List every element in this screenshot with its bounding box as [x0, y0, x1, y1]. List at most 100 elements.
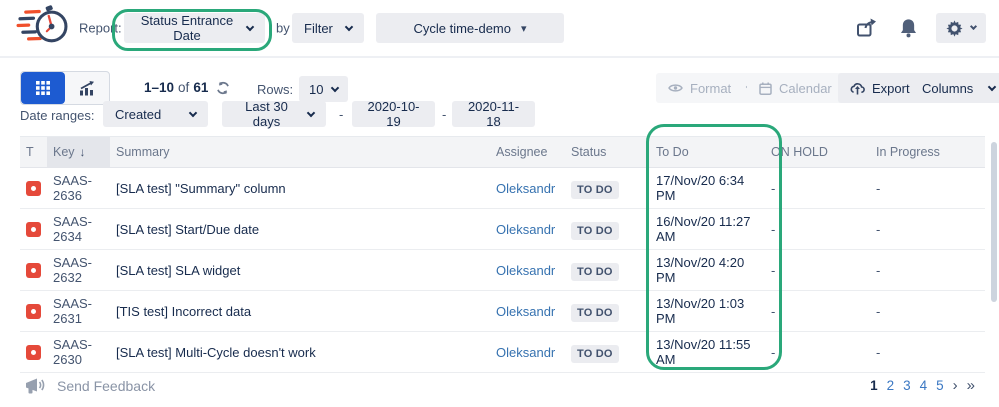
- status-cell: TO DO: [565, 249, 650, 291]
- footer: Send Feedback 1 2 3 4 5 › »: [0, 370, 999, 407]
- chart-view-button[interactable]: [65, 72, 109, 104]
- notifications-button[interactable]: [899, 18, 918, 38]
- rows-dropdown-value: 10: [309, 81, 324, 97]
- grid-icon: [36, 81, 50, 95]
- issue-key[interactable]: SAAS-2632: [47, 249, 110, 291]
- status-cell: TO DO: [565, 167, 650, 209]
- col-onhold[interactable]: ON HOLD: [765, 136, 870, 168]
- assignee-link[interactable]: Oleksandr: [496, 181, 555, 196]
- col-key[interactable]: Key ↓: [47, 136, 110, 168]
- chart-icon: [79, 80, 94, 95]
- issue-summary[interactable]: [SLA test] Start/Due date: [110, 208, 490, 250]
- issue-key[interactable]: SAAS-2630: [47, 331, 110, 373]
- col-todo[interactable]: To Do: [650, 136, 765, 168]
- type-cell: [20, 249, 47, 291]
- issue-key[interactable]: SAAS-2636: [47, 167, 110, 209]
- assignee-link[interactable]: Oleksandr: [496, 222, 555, 237]
- bell-icon: [900, 19, 917, 38]
- vertical-scrollbar[interactable]: [991, 142, 997, 302]
- columns-dropdown[interactable]: Columns: [910, 73, 999, 103]
- issue-summary[interactable]: [SLA test] "Summary" column: [110, 167, 490, 209]
- share-icon: [857, 18, 876, 37]
- issue-row[interactable]: SAAS-2630 [SLA test] Multi-Cycle doesn't …: [20, 331, 985, 373]
- refresh-button[interactable]: [216, 81, 230, 95]
- issue-key[interactable]: SAAS-2631: [47, 290, 110, 332]
- send-feedback-button[interactable]: Send Feedback: [24, 377, 155, 395]
- date-range-separator2: -: [442, 107, 447, 122]
- sort-desc-icon: ↓: [79, 145, 86, 159]
- todo-entrance-date: 13/Nov/20 1:03 PM: [650, 290, 765, 332]
- bug-dot: [31, 226, 36, 232]
- scope-dropdown-value: Cycle time-demo: [413, 20, 511, 36]
- date-preset-dropdown[interactable]: Last 30 days: [222, 99, 326, 129]
- settings-dropdown[interactable]: [936, 13, 986, 43]
- assignee-link[interactable]: Oleksandr: [496, 263, 555, 278]
- status-badge: TO DO: [571, 262, 619, 281]
- page-link[interactable]: 2: [887, 378, 895, 393]
- assignee-link[interactable]: Oleksandr: [496, 304, 555, 319]
- status-badge: TO DO: [571, 303, 619, 322]
- megaphone-icon: [26, 378, 45, 393]
- date-field-dropdown[interactable]: Created: [103, 101, 208, 127]
- date-from-input[interactable]: 2020-10-19: [352, 99, 435, 129]
- rows-dropdown[interactable]: 10: [299, 76, 349, 102]
- bug-dot: [31, 349, 36, 355]
- col-summary[interactable]: Summary: [110, 136, 490, 168]
- inprogress-value: -: [870, 208, 985, 250]
- col-status[interactable]: Status: [565, 136, 650, 168]
- bug-type-icon: [26, 180, 41, 196]
- issue-row[interactable]: SAAS-2636 [SLA test] "Summary" column Olek…: [20, 167, 985, 209]
- assignee-link[interactable]: Oleksandr: [496, 345, 555, 360]
- bug-dot: [31, 308, 36, 314]
- chevron-down-icon: [331, 83, 340, 92]
- columns-label: Columns: [922, 80, 974, 96]
- pager-info: 1–10 of 61: [144, 80, 230, 95]
- col-assignee[interactable]: Assignee: [490, 136, 565, 168]
- page-link[interactable]: 5: [936, 378, 944, 393]
- status-badge: TO DO: [571, 344, 619, 363]
- assignee-cell: Oleksandr: [490, 331, 565, 373]
- chevron-down-icon: [969, 22, 978, 31]
- type-cell: [20, 167, 47, 209]
- filter-dropdown[interactable]: Filter: [292, 13, 364, 43]
- calendar-icon: [759, 82, 772, 95]
- onhold-value: -: [765, 290, 870, 332]
- scope-dropdown[interactable]: Cycle time-demo ▾: [376, 13, 564, 43]
- col-type[interactable]: T: [20, 136, 47, 168]
- date-to-input[interactable]: 2020-11-18: [452, 99, 535, 129]
- page-current[interactable]: 1: [870, 378, 878, 393]
- send-feedback-label: Send Feedback: [57, 377, 156, 394]
- issue-row[interactable]: SAAS-2632 [SLA test] SLA widget Oleksandr T…: [20, 249, 985, 291]
- issue-row[interactable]: SAAS-2631 [TIS test] Incorrect data Oleksa…: [20, 290, 985, 332]
- status-cell: TO DO: [565, 331, 650, 373]
- report-dropdown[interactable]: Status Entrance Date: [124, 13, 265, 43]
- issue-summary[interactable]: [SLA test] Multi-Cycle doesn't work: [110, 331, 490, 373]
- issue-row[interactable]: SAAS-2634 [SLA test] Start/Due date Oleksa…: [20, 208, 985, 250]
- refresh-icon: [217, 81, 230, 94]
- status-badge: TO DO: [571, 180, 619, 199]
- format-label: Format: [690, 80, 732, 96]
- inprogress-value: -: [870, 167, 985, 209]
- col-inprogress[interactable]: In Progress: [870, 136, 985, 168]
- app-root: Report: Status Entrance Date by Filter C…: [0, 0, 999, 407]
- inprogress-value: -: [870, 331, 985, 373]
- assignee-cell: Oleksandr: [490, 290, 565, 332]
- issue-summary[interactable]: [TIS test] Incorrect data: [110, 290, 490, 332]
- issue-summary[interactable]: [SLA test] SLA widget: [110, 249, 490, 291]
- type-cell: [20, 331, 47, 373]
- grid-view-button[interactable]: [21, 72, 65, 104]
- status-cell: TO DO: [565, 290, 650, 332]
- page-link[interactable]: 4: [920, 378, 928, 393]
- issue-key[interactable]: SAAS-2634: [47, 208, 110, 250]
- page-link[interactable]: 3: [903, 378, 911, 393]
- page-last-button[interactable]: »: [967, 377, 975, 394]
- share-button[interactable]: [856, 18, 878, 38]
- page-next-button[interactable]: ›: [953, 377, 958, 394]
- bug-type-icon: [26, 262, 41, 278]
- bug-dot: [31, 185, 36, 191]
- status-cell: TO DO: [565, 208, 650, 250]
- onhold-value: -: [765, 208, 870, 250]
- report-label: Report:: [79, 20, 122, 36]
- onhold-value: -: [765, 167, 870, 209]
- chevron-down-icon: [988, 82, 997, 91]
